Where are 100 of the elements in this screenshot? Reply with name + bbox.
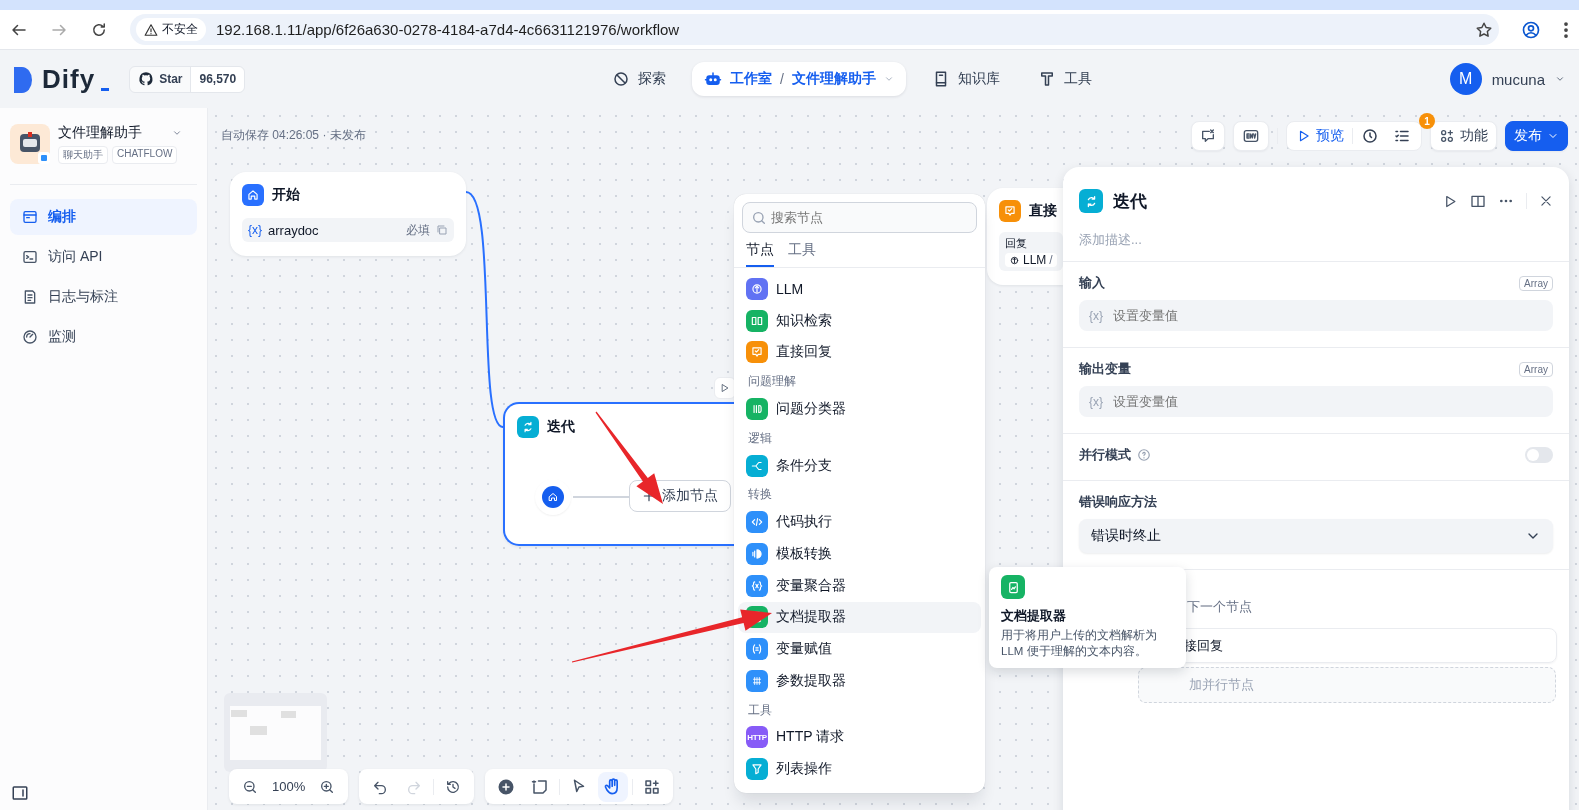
menu-item[interactable]: 变量赋值 (738, 633, 981, 665)
env-button[interactable] (1233, 121, 1269, 151)
menu-item[interactable]: 知识检索 (738, 304, 981, 337)
autosave-status: 自动保存 04:26:05 · 未发布 (221, 127, 366, 144)
checklist-badge: 1 (1419, 113, 1435, 129)
publish-button[interactable]: 发布 (1505, 121, 1568, 151)
github-star-button[interactable]: Star 96,570 (129, 65, 246, 93)
menu-item[interactable]: 列表操作 (738, 753, 981, 785)
robot-icon (704, 70, 722, 88)
menu-tab[interactable]: 节点 (746, 239, 774, 267)
node-type-icon: HTTP (746, 726, 768, 749)
menu-item[interactable]: 参数提取器 (738, 664, 981, 697)
user-name[interactable]: mucuna (1491, 70, 1545, 88)
nav-tab[interactable]: 工具 (1025, 62, 1104, 96)
logo-text: Dify (42, 63, 96, 95)
more-vertical-icon (1563, 20, 1569, 39)
error-select[interactable]: 错误时终止 (1079, 519, 1553, 553)
search-box[interactable]: 搜索节点 (742, 202, 977, 233)
menu-group-label: 逻辑 (748, 430, 772, 445)
features-icon (1439, 128, 1455, 144)
play-icon (1297, 129, 1311, 143)
menu-item[interactable]: 代码执行 (738, 506, 981, 539)
sidebar-item-icon (22, 209, 38, 225)
sidebar-item-icon (22, 249, 38, 265)
menu-item[interactable]: LLM (738, 273, 981, 305)
clock-play-icon (1361, 127, 1379, 145)
menu-item[interactable]: 变量聚合器 (738, 569, 981, 602)
variable-prefix: {x} (248, 223, 262, 237)
start-node[interactable]: 开始 {x} arraydoc 必填 (230, 172, 466, 256)
app-tag: 聊天助手 (58, 146, 108, 164)
next-step-hint: 下一个节点 (1187, 599, 1252, 614)
menu-item[interactable]: HTTP HTTP 请求 (738, 721, 981, 754)
note-add-icon (531, 777, 550, 796)
history-icon (445, 778, 462, 795)
security-chip[interactable]: 不安全 (136, 18, 206, 41)
menu-item[interactable]: 直接回复 (738, 336, 981, 369)
chat-x-icon (1200, 128, 1216, 144)
nav-tab[interactable]: 知识库 (919, 62, 1012, 96)
play-icon (720, 383, 730, 393)
chevron-down-icon (883, 74, 894, 84)
zoom-in-icon (319, 778, 336, 795)
menu-tab[interactable]: 工具 (788, 239, 816, 267)
llm-icon (1009, 254, 1020, 266)
features-button[interactable]: 功能 (1430, 121, 1497, 151)
star-count: 96,570 (190, 66, 245, 92)
sidebar-item[interactable]: 监测 (10, 319, 197, 355)
logo-cursor (101, 87, 110, 91)
path-separator: / (1049, 253, 1053, 267)
zoom-out-icon (242, 778, 258, 795)
variable-field[interactable]: 设置变量值 (1113, 394, 1543, 409)
preview-button[interactable]: 预览 (1291, 122, 1350, 150)
menu-group-label: 转换 (748, 487, 772, 502)
conversation-vars-button[interactable] (1191, 121, 1225, 151)
app-tag: CHATFLOW (112, 146, 178, 164)
menu-group-label: 问题理解 (748, 374, 796, 389)
field-label: 并行模式 (1079, 446, 1131, 464)
field-label: 输出变量 (1079, 360, 1131, 378)
sidebar-item-icon (22, 329, 38, 345)
required-label: 必填 (406, 221, 430, 239)
help-icon (1137, 448, 1151, 462)
github-icon (138, 71, 155, 87)
type-tag: Array (1519, 275, 1553, 291)
search-field[interactable]: 搜索节点 (771, 210, 968, 225)
app-name: 文件理解助手 (58, 124, 142, 142)
zoom-level[interactable]: 100% (269, 779, 309, 794)
parallel-toggle[interactable] (1525, 447, 1553, 463)
add-node-button[interactable]: 添加节点 (629, 480, 731, 512)
book-open-icon (1470, 193, 1486, 209)
star-icon (1475, 20, 1493, 39)
security-label: 不安全 (162, 21, 198, 38)
variable-field[interactable]: 设置变量值 (1113, 308, 1543, 323)
canvas-tool-button[interactable] (598, 771, 629, 802)
user-avatar[interactable]: M (1449, 63, 1482, 95)
node-title: 迭代 (547, 418, 575, 436)
run-node-button[interactable] (714, 377, 736, 399)
menu-item[interactable]: 模板转换 (738, 538, 981, 570)
reload-icon (90, 20, 108, 39)
sidebar-item[interactable]: 编排 (10, 199, 197, 235)
node-title: 直接 (1029, 202, 1057, 220)
variable-name: arraydoc (268, 222, 319, 238)
sidebar-item[interactable]: 访问 API (10, 239, 197, 275)
iteration-node[interactable]: 迭代 添加节点 (503, 402, 734, 546)
chevron-down-icon (1555, 74, 1565, 84)
answer-node[interactable]: 直接 回复 LLM / (987, 188, 1063, 285)
url-text: 192.168.1.11/app/6f26a630-0278-4184-a7d4-4c6631121976/workflow (216, 21, 680, 38)
env-icon (1242, 128, 1260, 144)
menu-item[interactable]: 问题分类器 (738, 393, 981, 425)
tooltip-title: 文档提取器 (1001, 607, 1067, 625)
play-icon (1443, 193, 1458, 209)
address-bar[interactable]: 不安全 192.168.1.11/app/6f26a630-0278-4184-a7d4-4c6631121976/workflow (130, 14, 1499, 45)
sidebar-item[interactable]: 日志与标注 (10, 279, 197, 315)
field-label: 输入 (1079, 274, 1105, 292)
menu-item[interactable]: 条件分支 (738, 449, 981, 482)
warning-icon (144, 22, 158, 37)
nav-tab[interactable]: 工作室 / 文件理解助手 (692, 62, 906, 96)
node-title: 开始 (272, 186, 300, 204)
menu-group-label: 工具 (748, 702, 772, 717)
nav-tab[interactable]: 探索 (600, 62, 678, 96)
compass-icon (612, 70, 630, 88)
menu-item[interactable]: 文档提取器 (738, 601, 981, 634)
